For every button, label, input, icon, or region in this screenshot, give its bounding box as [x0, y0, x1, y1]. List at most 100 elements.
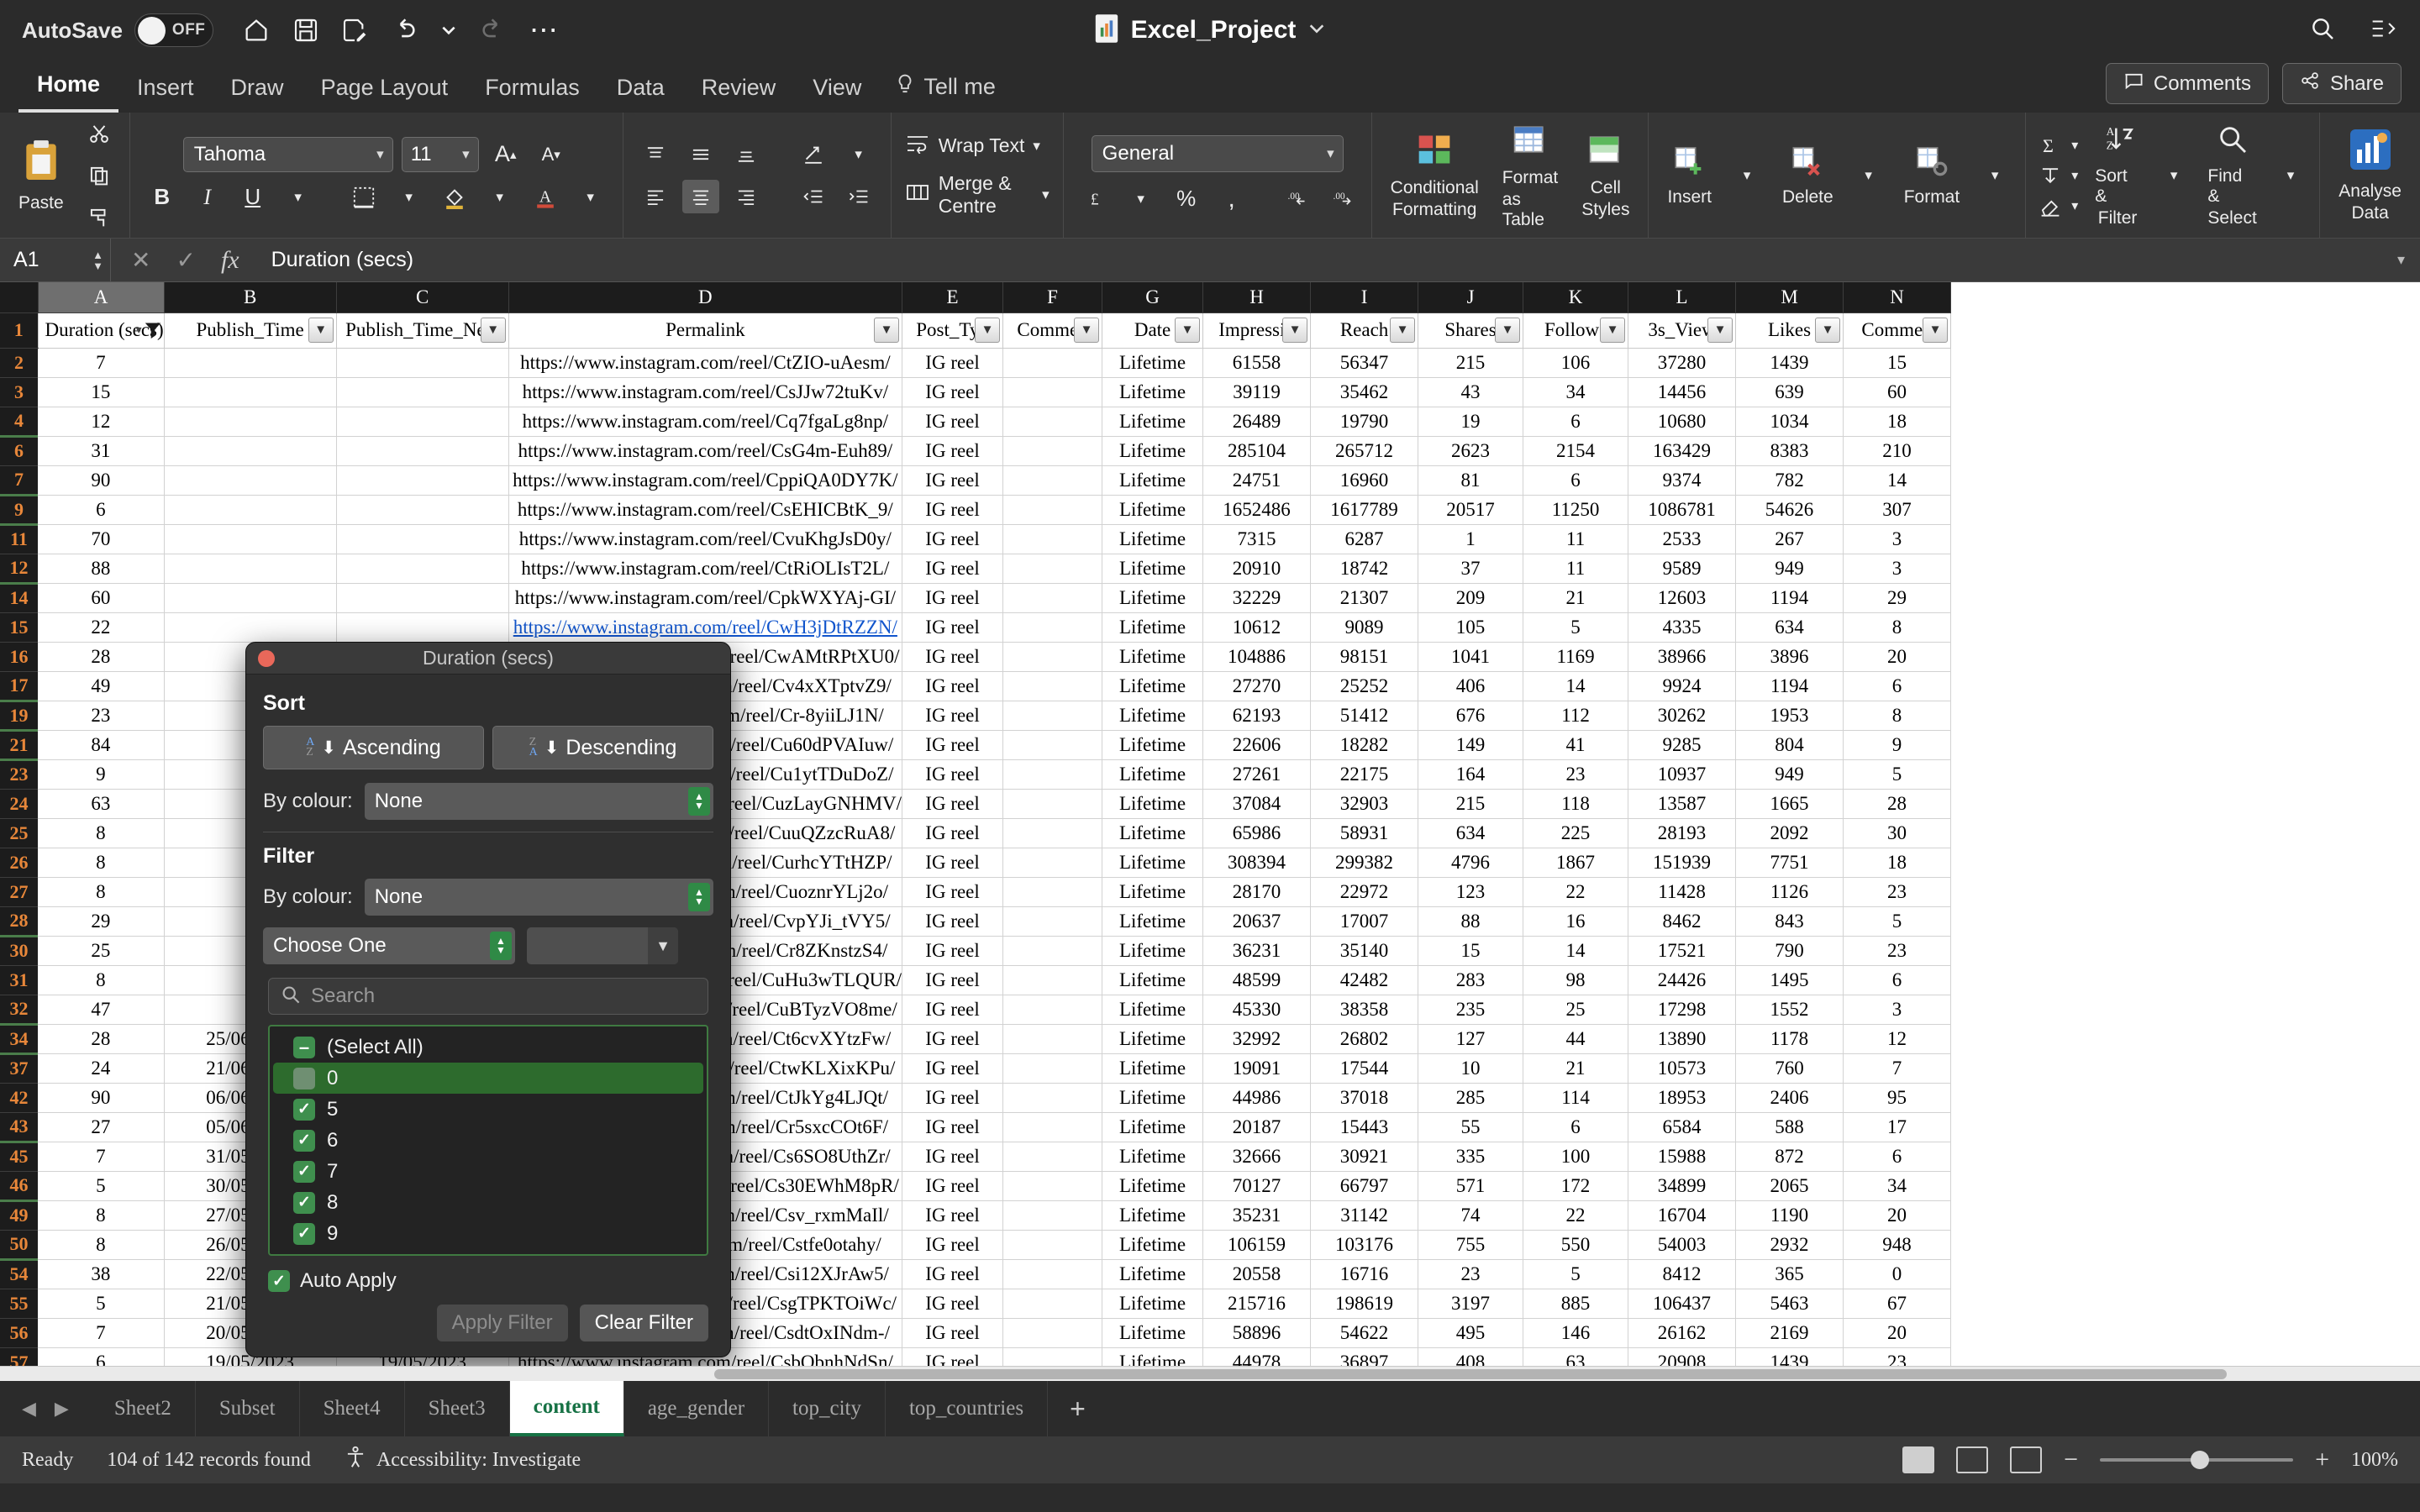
- cell-I15[interactable]: 9089: [1310, 612, 1419, 643]
- cell-L46[interactable]: 34899: [1628, 1171, 1737, 1201]
- cell-K14[interactable]: 21: [1523, 583, 1629, 613]
- cell-M14[interactable]: 1194: [1735, 583, 1844, 613]
- delete-cells-button[interactable]: Delete: [1776, 144, 1840, 207]
- cell-J16[interactable]: 1041: [1418, 642, 1524, 672]
- filter-list-item-0[interactable]: – (Select All): [273, 1032, 703, 1063]
- cell-J56[interactable]: 495: [1418, 1318, 1524, 1348]
- cell-C7[interactable]: [336, 465, 509, 496]
- cell-M37[interactable]: 760: [1735, 1053, 1844, 1084]
- cell-F21[interactable]: [1002, 730, 1103, 760]
- cell-M55[interactable]: 5463: [1735, 1289, 1844, 1319]
- cell-G14[interactable]: Lifetime: [1102, 583, 1204, 613]
- header-cell-3s-views[interactable]: 3s_View ▼: [1628, 312, 1737, 349]
- cell-H25[interactable]: 65986: [1202, 818, 1312, 848]
- cell-A7[interactable]: 90: [38, 465, 165, 496]
- cell-K42[interactable]: 114: [1523, 1083, 1629, 1113]
- cell-H16[interactable]: 104886: [1202, 642, 1312, 672]
- cell-A30[interactable]: 25: [38, 936, 165, 966]
- cell-N14[interactable]: 29: [1843, 583, 1952, 613]
- save-as-icon[interactable]: [341, 17, 368, 44]
- cell-E17[interactable]: IG reel: [902, 671, 1004, 701]
- copy-icon[interactable]: [81, 159, 118, 192]
- align-left-button[interactable]: [637, 180, 674, 213]
- cell-E49[interactable]: IG reel: [902, 1200, 1004, 1231]
- header-cell-comments[interactable]: Commen ▼: [1843, 312, 1952, 349]
- filter-list-item-5[interactable]: ✓ 8: [273, 1187, 703, 1218]
- cell-G12[interactable]: Lifetime: [1102, 554, 1204, 584]
- tab-draw[interactable]: Draw: [213, 75, 302, 113]
- cell-F56[interactable]: [1002, 1318, 1103, 1348]
- cell-J31[interactable]: 283: [1418, 965, 1524, 995]
- paste-button[interactable]: Paste: [12, 138, 71, 213]
- cell-A27[interactable]: 8: [38, 877, 165, 907]
- cell-L6[interactable]: 163429: [1628, 436, 1737, 466]
- cell-F7[interactable]: [1002, 465, 1103, 496]
- cell-I2[interactable]: 56347: [1310, 348, 1419, 378]
- cell-G3[interactable]: Lifetime: [1102, 377, 1204, 407]
- sheet-tab-top-city[interactable]: top_city: [769, 1381, 886, 1436]
- cell-I3[interactable]: 35462: [1310, 377, 1419, 407]
- cell-N24[interactable]: 28: [1843, 789, 1952, 819]
- cell-G16[interactable]: Lifetime: [1102, 642, 1204, 672]
- column-header-h[interactable]: H: [1202, 282, 1312, 313]
- cell-I49[interactable]: 31142: [1310, 1200, 1419, 1231]
- row-header-50[interactable]: 50: [0, 1230, 38, 1260]
- table-row[interactable]: 15 22 https://www.instagram.com/reel/CwH3j…: [0, 612, 1952, 643]
- row-header-23[interactable]: 23: [0, 758, 38, 790]
- cell-C4[interactable]: [336, 407, 509, 437]
- cell-E12[interactable]: IG reel: [902, 554, 1004, 584]
- fill-button[interactable]: ▾: [2038, 165, 2078, 186]
- row-header-30[interactable]: 30: [0, 934, 38, 966]
- font-name-select[interactable]: Tahoma ▾: [182, 136, 393, 172]
- cell-M11[interactable]: 267: [1735, 524, 1844, 554]
- cell-N15[interactable]: 8: [1843, 612, 1952, 643]
- cell-L9[interactable]: 1086781: [1628, 495, 1737, 525]
- cell-K55[interactable]: 885: [1523, 1289, 1629, 1319]
- cell-F23[interactable]: [1002, 759, 1103, 790]
- cell-K15[interactable]: 5: [1523, 612, 1629, 643]
- filter-button-b[interactable]: ▼: [308, 318, 334, 343]
- cell-E55[interactable]: IG reel: [902, 1289, 1004, 1319]
- cell-M54[interactable]: 365: [1735, 1259, 1844, 1289]
- font-colour-button[interactable]: A: [527, 181, 564, 214]
- cell-B11[interactable]: [164, 524, 337, 554]
- cell-M4[interactable]: 1034: [1735, 407, 1844, 437]
- cell-E27[interactable]: IG reel: [902, 877, 1004, 907]
- comments-button[interactable]: Comments: [2105, 63, 2269, 104]
- cell-J21[interactable]: 149: [1418, 730, 1524, 760]
- table-row[interactable]: 14 60 https://www.instagram.com/reel/CpkWX…: [0, 581, 1952, 613]
- cell-N32[interactable]: 3: [1843, 995, 1952, 1025]
- cell-B4[interactable]: [164, 407, 337, 437]
- filter-button-g[interactable]: ▼: [1175, 318, 1201, 343]
- cell-F9[interactable]: [1002, 495, 1103, 525]
- wrap-text-button[interactable]: Wrap Text ▾: [905, 134, 1040, 159]
- number-format-select[interactable]: General ▾: [1091, 134, 1344, 172]
- cell-I55[interactable]: 198619: [1310, 1289, 1419, 1319]
- cell-F30[interactable]: [1002, 936, 1103, 966]
- align-top-button[interactable]: [637, 138, 674, 171]
- cell-G25[interactable]: Lifetime: [1102, 818, 1204, 848]
- table-row[interactable]: 6 31 https://www.instagram.com/reel/CsG4m-…: [0, 434, 1952, 466]
- row-header-25[interactable]: 25: [0, 818, 38, 848]
- cell-E43[interactable]: IG reel: [902, 1112, 1004, 1142]
- filter-list-item-3[interactable]: ✓ 6: [273, 1125, 703, 1156]
- cell-K45[interactable]: 100: [1523, 1142, 1629, 1172]
- cell-E15[interactable]: IG reel: [902, 612, 1004, 643]
- cell-E56[interactable]: IG reel: [902, 1318, 1004, 1348]
- cell-E19[interactable]: IG reel: [902, 701, 1004, 731]
- cell-E32[interactable]: IG reel: [902, 995, 1004, 1025]
- cell-L7[interactable]: 9374: [1628, 465, 1737, 496]
- cell-A55[interactable]: 5: [38, 1289, 165, 1319]
- cell-N54[interactable]: 0: [1843, 1259, 1952, 1289]
- cell-C14[interactable]: [336, 583, 509, 613]
- borders-dropdown-icon[interactable]: ▾: [391, 181, 428, 214]
- undo-icon[interactable]: [390, 16, 418, 45]
- row-header-21[interactable]: 21: [0, 728, 38, 760]
- cell-C3[interactable]: [336, 377, 509, 407]
- cell-M28[interactable]: 843: [1735, 906, 1844, 937]
- find-select-dropdown-icon[interactable]: ▾: [2274, 159, 2307, 192]
- cell-F3[interactable]: [1002, 377, 1103, 407]
- cell-K25[interactable]: 225: [1523, 818, 1629, 848]
- save-icon[interactable]: [292, 17, 319, 44]
- fill-colour-dropdown-icon[interactable]: ▾: [481, 181, 518, 214]
